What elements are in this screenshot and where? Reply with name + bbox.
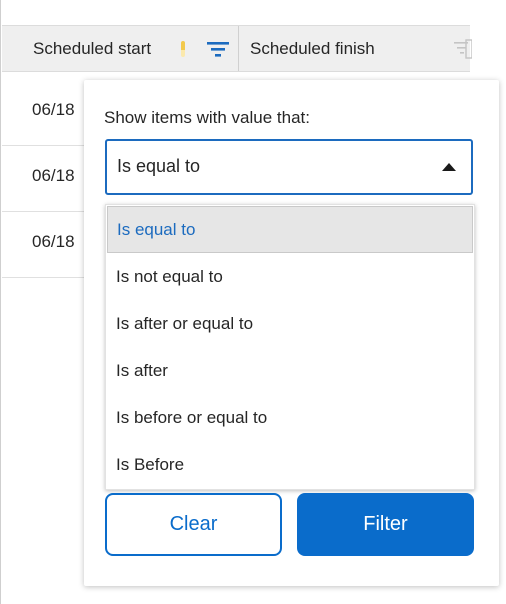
operator-dropdown[interactable]: Is equal to — [105, 139, 473, 195]
option-is-not-equal-to[interactable]: Is not equal to — [106, 253, 474, 300]
filter-popup: Show items with value that: Is equal to … — [84, 80, 499, 586]
option-is-after-or-equal-to[interactable]: Is after or equal to — [106, 300, 474, 347]
clear-button[interactable]: Clear — [105, 493, 282, 556]
sort-ascending-icon[interactable] — [181, 41, 185, 57]
grid-header: Scheduled start Scheduled finish — [2, 25, 472, 72]
operator-dropdown-value: Is equal to — [117, 156, 201, 176]
option-is-after[interactable]: Is after — [106, 347, 474, 394]
filter-popup-title: Show items with value that: — [104, 108, 310, 127]
column-header-scheduled-start[interactable]: Scheduled start — [33, 26, 151, 71]
scheduled-start-cell: 06/18 — [32, 232, 75, 251]
filter-icon[interactable] — [207, 41, 229, 57]
scheduled-start-cell: 06/18 — [32, 100, 75, 119]
caret-up-icon[interactable] — [442, 163, 456, 171]
option-is-equal-to[interactable]: Is equal to — [107, 206, 473, 253]
operator-options-list: Is equal to Is not equal to Is after or … — [105, 204, 475, 490]
filter-button[interactable]: Filter — [297, 493, 474, 556]
scheduled-start-cell: 06/18 — [32, 166, 75, 185]
filter-icon[interactable] — [454, 39, 472, 59]
option-is-before-or-equal-to[interactable]: Is before or equal to — [106, 394, 474, 441]
option-is-before[interactable]: Is Before — [106, 441, 474, 488]
column-header-scheduled-finish[interactable]: Scheduled finish — [250, 26, 375, 71]
column-divider[interactable] — [238, 26, 239, 71]
